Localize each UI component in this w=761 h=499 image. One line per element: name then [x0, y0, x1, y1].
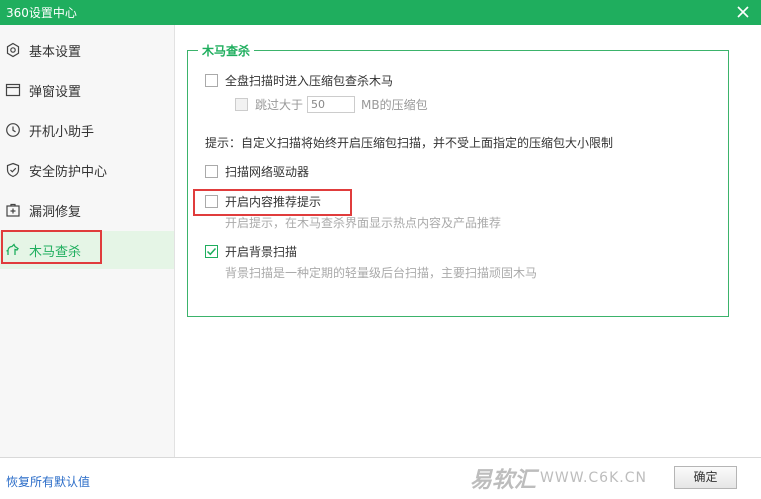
sidebar: 基本设置 弹窗设置 开机小助手 安全防护中心 漏洞修复 木马查杀: [0, 25, 175, 457]
network-drive-checkbox[interactable]: [205, 165, 218, 178]
close-icon[interactable]: [733, 2, 753, 22]
background-scan-description: 背景扫描是一种定期的轻量级后台扫描，主要扫描顽固木马: [225, 266, 538, 280]
sidebar-item-popup-settings[interactable]: 弹窗设置: [0, 71, 174, 109]
full-scan-label: 全盘扫描时进入压缩包查杀木马: [225, 74, 394, 88]
watermark-brand: 易软汇: [470, 468, 537, 493]
sidebar-item-label: 开机小助手: [29, 124, 95, 140]
shield-check-icon: [5, 162, 21, 178]
option-skip-size: 跳过大于 MB的压缩包: [235, 96, 428, 113]
sidebar-item-vulnerability-fix[interactable]: 漏洞修复: [0, 191, 174, 229]
background-scan-checkbox[interactable]: [205, 245, 218, 258]
skip-size-input[interactable]: [307, 96, 356, 113]
recommend-checkbox[interactable]: [205, 195, 218, 208]
clock-icon: [5, 122, 21, 138]
window-title: 360设置中心: [6, 6, 77, 20]
background-scan-label: 开启背景扫描: [225, 245, 298, 259]
option-recommend: 开启内容推荐提示: [205, 193, 321, 210]
tip-text: 提示：自定义扫描将始终开启压缩包扫描，并不受上面指定的压缩包大小限制: [205, 136, 614, 150]
recommend-label: 开启内容推荐提示: [225, 195, 322, 209]
title-bar: 360设置中心: [0, 0, 761, 25]
recommend-description: 开启提示，在木马查杀界面显示热点内容及产品推荐: [225, 216, 502, 230]
sidebar-item-security-center[interactable]: 安全防护中心: [0, 151, 174, 189]
ok-button[interactable]: 确定: [674, 466, 737, 489]
footer: 恢复所有默认值 易软汇 WWW.C6K.CN 确定: [0, 457, 761, 499]
sidebar-item-label: 木马查杀: [29, 244, 82, 260]
tip-row: 提示：自定义扫描将始终开启压缩包扫描，并不受上面指定的压缩包大小限制: [205, 134, 613, 151]
sidebar-item-startup-assistant[interactable]: 开机小助手: [0, 111, 174, 149]
full-scan-checkbox[interactable]: [205, 74, 218, 87]
horse-icon: [5, 242, 21, 258]
sidebar-item-label: 基本设置: [29, 44, 82, 60]
skip-size-suffix: MB的压缩包: [361, 98, 428, 112]
option-full-scan: 全盘扫描时进入压缩包查杀木马: [205, 72, 393, 89]
sidebar-item-label: 安全防护中心: [29, 164, 108, 180]
option-network-drive: 扫描网络驱动器: [205, 163, 309, 180]
sidebar-item-label: 漏洞修复: [29, 204, 82, 220]
checkmark-icon: [206, 247, 217, 256]
network-drive-label: 扫描网络驱动器: [225, 165, 310, 179]
sidebar-item-trojan-scan[interactable]: 木马查杀: [0, 231, 174, 269]
skip-size-prefix: 跳过大于: [255, 98, 304, 112]
reset-defaults-link[interactable]: 恢复所有默认值: [6, 473, 90, 490]
group-title: 木马查杀: [202, 44, 251, 58]
medical-plus-icon: [5, 202, 21, 218]
sidebar-item-basic-settings[interactable]: 基本设置: [0, 31, 174, 69]
hexagon-gear-icon: [5, 42, 21, 58]
window-icon: [5, 82, 21, 98]
option-background-scan: 开启背景扫描: [205, 243, 297, 260]
watermark: 易软汇 WWW.C6K.CN: [470, 459, 647, 497]
watermark-url: WWW.C6K.CN: [540, 470, 647, 486]
main-panel: 木马查杀 全盘扫描时进入压缩包查杀木马 跳过大于 MB的压缩包 提示：自定义扫描…: [175, 25, 761, 457]
sidebar-item-label: 弹窗设置: [29, 84, 82, 100]
skip-size-checkbox[interactable]: [235, 98, 248, 111]
